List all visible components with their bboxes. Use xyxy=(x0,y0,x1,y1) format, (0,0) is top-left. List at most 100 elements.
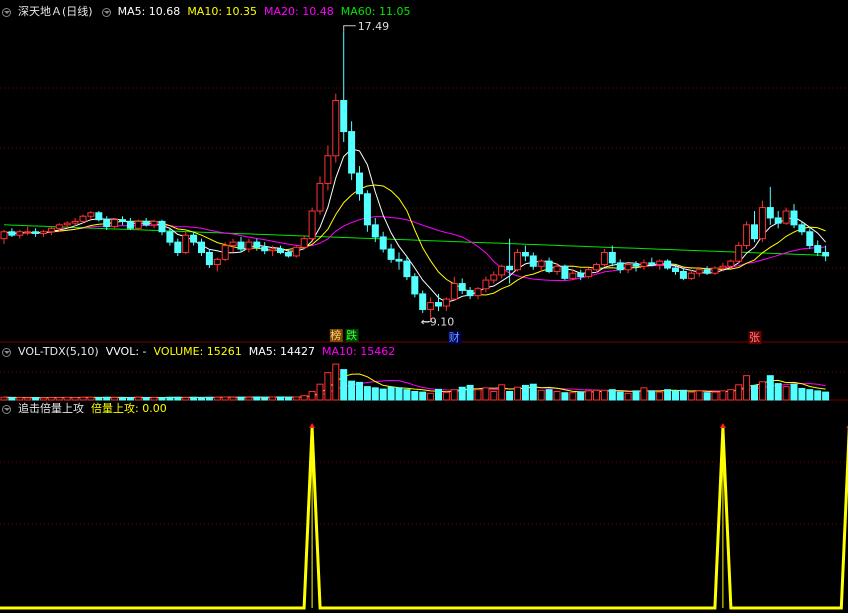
candle-body xyxy=(624,264,632,271)
candle-body xyxy=(245,241,253,250)
volume-bar xyxy=(514,386,521,401)
candle-body xyxy=(593,264,600,271)
volume-bar xyxy=(545,389,553,401)
volume-bar xyxy=(229,396,237,401)
volume-bar xyxy=(593,389,600,401)
volume-bar xyxy=(134,396,142,401)
candle-body xyxy=(71,220,79,224)
volume-bar xyxy=(363,386,371,401)
candle-body xyxy=(292,246,300,257)
candle-body xyxy=(277,248,284,253)
candle-body xyxy=(608,251,616,264)
volume-bar xyxy=(332,363,340,401)
volume-bar xyxy=(521,384,529,401)
volume-bar xyxy=(466,384,474,401)
candle-body xyxy=(95,212,103,221)
volume-bar xyxy=(419,391,427,401)
volume-bar xyxy=(395,387,403,401)
candle-body xyxy=(545,260,553,272)
volume-bar xyxy=(379,388,387,401)
volume-bar xyxy=(482,387,490,401)
candle-body xyxy=(0,231,8,240)
candle-body xyxy=(403,260,411,278)
volume-bar xyxy=(719,390,727,401)
volume-bar xyxy=(561,392,569,401)
volume-bar xyxy=(387,386,395,401)
volume-bar xyxy=(703,392,711,401)
candle-body xyxy=(348,131,356,174)
candle-body xyxy=(537,260,545,267)
high-price-label: 17.49 xyxy=(358,20,390,33)
volume-bar xyxy=(766,375,774,401)
candle-body xyxy=(458,283,466,291)
volume-bar xyxy=(569,392,577,401)
candle-body xyxy=(316,182,324,212)
volume-bar xyxy=(182,397,190,401)
candle-body xyxy=(63,222,71,226)
candle-body xyxy=(766,207,774,219)
candle-body xyxy=(356,172,363,195)
candle-body xyxy=(119,219,126,222)
candle-body xyxy=(798,224,806,233)
tag-bang: 榜 xyxy=(330,328,341,342)
volume-bar xyxy=(506,390,514,401)
candle-body xyxy=(379,236,387,250)
candle-body xyxy=(640,262,648,267)
volume-bar xyxy=(277,396,284,401)
candle-body xyxy=(695,269,703,274)
candle-body xyxy=(332,100,340,157)
volume-bar xyxy=(608,389,616,401)
volume-bar xyxy=(727,389,735,401)
candle-body xyxy=(340,100,348,133)
volume-bar xyxy=(111,397,119,401)
candle-body xyxy=(442,298,450,307)
low-price-label: ←9.10 xyxy=(421,316,455,329)
volume-bar xyxy=(695,390,703,401)
candle-body xyxy=(284,251,292,257)
volume-bar xyxy=(166,396,174,401)
volume-bar xyxy=(32,397,40,401)
candle-body xyxy=(126,220,134,229)
volume-bar xyxy=(142,397,150,401)
volume-bar xyxy=(0,396,8,401)
signal-arrow-icon xyxy=(309,423,316,428)
candle-body xyxy=(466,289,474,297)
volume-bar xyxy=(403,389,411,401)
volume-bar xyxy=(284,396,292,401)
volume-bar xyxy=(47,397,55,401)
volume-bar xyxy=(411,390,419,401)
candle-body xyxy=(751,224,758,240)
volume-bar xyxy=(324,372,332,401)
candle-body xyxy=(782,210,790,224)
candle-body xyxy=(474,288,482,297)
volume-bar xyxy=(95,397,103,401)
volume-bar xyxy=(190,396,198,401)
candle-body xyxy=(79,215,87,222)
tag-cai: 财 xyxy=(449,330,460,344)
volume-bar xyxy=(213,396,221,401)
candle-body xyxy=(450,283,458,300)
volume-bar xyxy=(450,389,458,401)
candle-body xyxy=(427,302,435,310)
volume-bar xyxy=(87,396,95,401)
candle-body xyxy=(237,241,245,250)
volume-bar xyxy=(687,391,695,401)
candle-body xyxy=(47,227,55,233)
stock-chart[interactable]: 17.49 ←9.10 榜跌 财 张 xyxy=(0,0,848,613)
candle-body xyxy=(435,302,442,307)
candle-body xyxy=(40,231,47,234)
candle-body xyxy=(55,224,63,229)
candle-body xyxy=(529,255,537,267)
candle-body xyxy=(158,220,166,233)
volume-bar xyxy=(648,390,656,401)
candle-body xyxy=(419,293,427,310)
candle-body xyxy=(806,231,814,247)
candle-body xyxy=(727,260,735,267)
candle-body xyxy=(190,234,198,243)
volume-bar xyxy=(63,396,71,401)
candle-body xyxy=(790,210,798,226)
volume-bar xyxy=(632,390,640,401)
candle-body xyxy=(324,155,332,184)
candle-body xyxy=(111,219,119,228)
candle-body xyxy=(719,265,727,269)
